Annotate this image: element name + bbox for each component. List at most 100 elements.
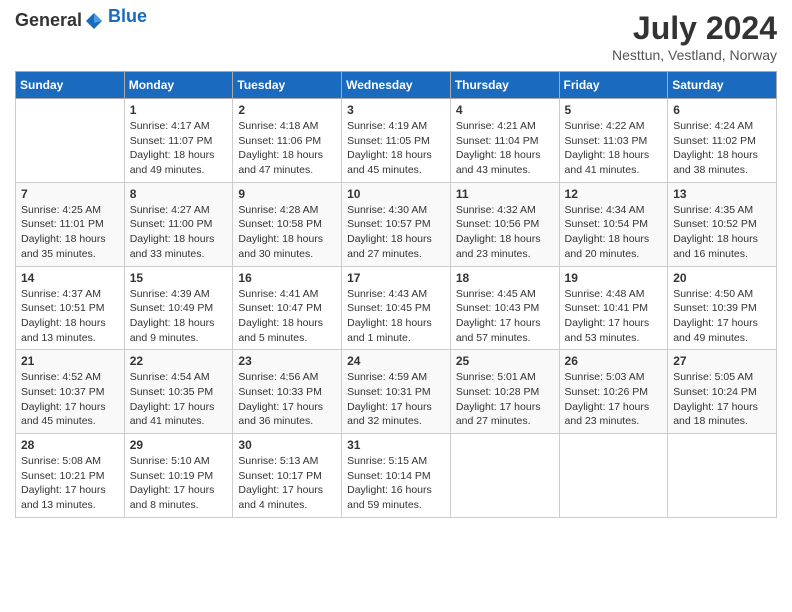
day-info: Sunrise: 4:37 AMSunset: 10:51 PMDaylight… (21, 287, 119, 346)
column-header-wednesday: Wednesday (342, 72, 451, 99)
calendar-cell: 27 Sunrise: 5:05 AMSunset: 10:24 PMDaylig… (668, 350, 777, 434)
calendar-cell: 4 Sunrise: 4:21 AMSunset: 11:04 PMDayligh… (450, 99, 559, 183)
day-info: Sunrise: 4:52 AMSunset: 10:37 PMDaylight… (21, 370, 119, 429)
day-info: Sunrise: 4:48 AMSunset: 10:41 PMDaylight… (565, 287, 663, 346)
calendar-cell (450, 434, 559, 518)
day-number: 6 (673, 103, 771, 117)
day-info: Sunrise: 4:50 AMSunset: 10:39 PMDaylight… (673, 287, 771, 346)
calendar-cell: 30Sunrise: 5:13 AMSunset: 10:17 PMDaylig… (233, 434, 342, 518)
calendar-cell: 17Sunrise: 4:43 AMSunset: 10:45 PMDaylig… (342, 266, 451, 350)
week-row-3: 14Sunrise: 4:37 AMSunset: 10:51 PMDaylig… (16, 266, 777, 350)
calendar-cell: 24Sunrise: 4:59 AMSunset: 10:31 PMDaylig… (342, 350, 451, 434)
calendar-cell: 13 Sunrise: 4:35 AMSunset: 10:52 PMDaylig… (668, 182, 777, 266)
day-info: Sunrise: 4:34 AMSunset: 10:54 PMDaylight… (565, 203, 663, 262)
calendar-cell (16, 99, 125, 183)
column-header-thursday: Thursday (450, 72, 559, 99)
calendar-cell: 21 Sunrise: 4:52 AMSunset: 10:37 PMDaylig… (16, 350, 125, 434)
header-row: SundayMondayTuesdayWednesdayThursdayFrid… (16, 72, 777, 99)
calendar-cell: 6 Sunrise: 4:24 AMSunset: 11:02 PMDayligh… (668, 99, 777, 183)
day-info: Sunrise: 4:41 AMSunset: 10:47 PMDaylight… (238, 287, 336, 346)
location-subtitle: Nesttun, Vestland, Norway (612, 47, 777, 63)
calendar-cell: 22 Sunrise: 4:54 AMSunset: 10:35 PMDaylig… (124, 350, 233, 434)
week-row-1: 1Sunrise: 4:17 AMSunset: 11:07 PMDayligh… (16, 99, 777, 183)
calendar-cell: 29Sunrise: 5:10 AMSunset: 10:19 PMDaylig… (124, 434, 233, 518)
day-number: 18 (456, 271, 554, 285)
week-row-4: 21 Sunrise: 4:52 AMSunset: 10:37 PMDaylig… (16, 350, 777, 434)
day-number: 24 (347, 354, 445, 368)
day-number: 22 (130, 354, 228, 368)
calendar-cell: 28 Sunrise: 5:08 AMSunset: 10:21 PMDaylig… (16, 434, 125, 518)
day-number: 5 (565, 103, 663, 117)
week-row-2: 7 Sunrise: 4:25 AMSunset: 11:01 PMDayligh… (16, 182, 777, 266)
day-number: 21 (21, 354, 119, 368)
calendar-cell: 31 Sunrise: 5:15 AMSunset: 10:14 PMDaylig… (342, 434, 451, 518)
day-info: Sunrise: 4:45 AMSunset: 10:43 PMDaylight… (456, 287, 554, 346)
logo-general-text: General (15, 10, 82, 31)
day-info: Sunrise: 4:21 AMSunset: 11:04 PMDaylight… (456, 119, 554, 178)
column-header-sunday: Sunday (16, 72, 125, 99)
day-number: 19 (565, 271, 663, 285)
calendar-cell: 5 Sunrise: 4:22 AMSunset: 11:03 PMDayligh… (559, 99, 668, 183)
logo: General Blue (15, 10, 147, 31)
day-number: 3 (347, 103, 445, 117)
day-number: 11 (456, 187, 554, 201)
day-info: Sunrise: 4:30 AMSunset: 10:57 PMDaylight… (347, 203, 445, 262)
calendar-cell: 20Sunrise: 4:50 AMSunset: 10:39 PMDaylig… (668, 266, 777, 350)
day-info: Sunrise: 4:25 AMSunset: 11:01 PMDaylight… (21, 203, 119, 262)
day-number: 2 (238, 103, 336, 117)
day-info: Sunrise: 4:18 AMSunset: 11:06 PMDaylight… (238, 119, 336, 178)
header: General Blue July 2024 Nesttun, Vestland… (15, 10, 777, 63)
day-number: 28 (21, 438, 119, 452)
day-number: 31 (347, 438, 445, 452)
calendar-cell: 25Sunrise: 5:01 AMSunset: 10:28 PMDaylig… (450, 350, 559, 434)
day-number: 23 (238, 354, 336, 368)
column-header-monday: Monday (124, 72, 233, 99)
day-number: 27 (673, 354, 771, 368)
calendar-cell (668, 434, 777, 518)
day-number: 12 (565, 187, 663, 201)
day-info: Sunrise: 5:13 AMSunset: 10:17 PMDaylight… (238, 454, 336, 513)
day-info: Sunrise: 4:54 AMSunset: 10:35 PMDaylight… (130, 370, 228, 429)
logo-blue-text: Blue (108, 6, 147, 27)
day-info: Sunrise: 4:39 AMSunset: 10:49 PMDaylight… (130, 287, 228, 346)
day-number: 8 (130, 187, 228, 201)
calendar-cell: 18 Sunrise: 4:45 AMSunset: 10:43 PMDaylig… (450, 266, 559, 350)
calendar-cell: 15 Sunrise: 4:39 AMSunset: 10:49 PMDaylig… (124, 266, 233, 350)
day-number: 13 (673, 187, 771, 201)
day-info: Sunrise: 5:05 AMSunset: 10:24 PMDaylight… (673, 370, 771, 429)
day-info: Sunrise: 4:32 AMSunset: 10:56 PMDaylight… (456, 203, 554, 262)
calendar-cell: 14Sunrise: 4:37 AMSunset: 10:51 PMDaylig… (16, 266, 125, 350)
day-number: 16 (238, 271, 336, 285)
calendar-cell: 19 Sunrise: 4:48 AMSunset: 10:41 PMDaylig… (559, 266, 668, 350)
day-info: Sunrise: 4:19 AMSunset: 11:05 PMDaylight… (347, 119, 445, 178)
day-info: Sunrise: 5:03 AMSunset: 10:26 PMDaylight… (565, 370, 663, 429)
day-info: Sunrise: 4:27 AMSunset: 11:00 PMDaylight… (130, 203, 228, 262)
day-info: Sunrise: 4:22 AMSunset: 11:03 PMDaylight… (565, 119, 663, 178)
day-info: Sunrise: 4:35 AMSunset: 10:52 PMDaylight… (673, 203, 771, 262)
day-number: 4 (456, 103, 554, 117)
day-info: Sunrise: 4:17 AMSunset: 11:07 PMDaylight… (130, 119, 228, 178)
day-number: 25 (456, 354, 554, 368)
day-info: Sunrise: 4:24 AMSunset: 11:02 PMDaylight… (673, 119, 771, 178)
day-number: 7 (21, 187, 119, 201)
day-number: 15 (130, 271, 228, 285)
column-header-tuesday: Tuesday (233, 72, 342, 99)
calendar-cell: 16 Sunrise: 4:41 AMSunset: 10:47 PMDaylig… (233, 266, 342, 350)
day-info: Sunrise: 4:56 AMSunset: 10:33 PMDaylight… (238, 370, 336, 429)
calendar-cell: 8 Sunrise: 4:27 AMSunset: 11:00 PMDayligh… (124, 182, 233, 266)
calendar-cell: 11 Sunrise: 4:32 AMSunset: 10:56 PMDaylig… (450, 182, 559, 266)
calendar-cell: 12 Sunrise: 4:34 AMSunset: 10:54 PMDaylig… (559, 182, 668, 266)
day-info: Sunrise: 5:15 AMSunset: 10:14 PMDaylight… (347, 454, 445, 513)
title-area: July 2024 Nesttun, Vestland, Norway (612, 10, 777, 63)
day-number: 10 (347, 187, 445, 201)
calendar-cell: 23 Sunrise: 4:56 AMSunset: 10:33 PMDaylig… (233, 350, 342, 434)
column-header-friday: Friday (559, 72, 668, 99)
week-row-5: 28 Sunrise: 5:08 AMSunset: 10:21 PMDaylig… (16, 434, 777, 518)
day-info: Sunrise: 4:43 AMSunset: 10:45 PMDaylight… (347, 287, 445, 346)
day-info: Sunrise: 5:08 AMSunset: 10:21 PMDaylight… (21, 454, 119, 513)
column-header-saturday: Saturday (668, 72, 777, 99)
day-info: Sunrise: 4:28 AMSunset: 10:58 PMDaylight… (238, 203, 336, 262)
day-info: Sunrise: 5:10 AMSunset: 10:19 PMDaylight… (130, 454, 228, 513)
calendar-cell (559, 434, 668, 518)
calendar-cell: 3 Sunrise: 4:19 AMSunset: 11:05 PMDayligh… (342, 99, 451, 183)
